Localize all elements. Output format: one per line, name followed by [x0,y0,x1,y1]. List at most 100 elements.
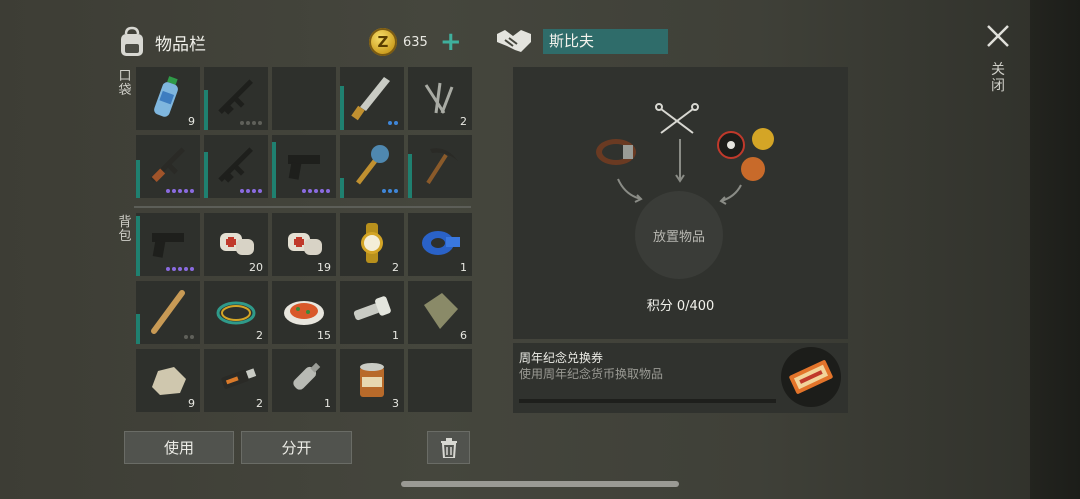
inventory-slot[interactable] [136,281,200,344]
close-icon[interactable] [984,22,1012,50]
item-count: 2 [460,115,467,128]
coin-icon: Z [369,28,397,56]
inventory-slot[interactable]: 2 [340,213,404,276]
baseball-bat-icon [151,290,185,334]
inventory-slot-empty[interactable] [408,349,472,412]
belt-icon [596,139,636,165]
wire-icon [216,301,256,325]
inventory-header: 物品栏 [117,24,206,60]
durability-bar [136,160,140,198]
home-indicator[interactable] [401,481,679,487]
item-count: 9 [188,397,195,410]
place-item-slot[interactable]: 放置物品 [635,191,723,279]
currency: Z 635 + [369,28,462,56]
inventory-slot[interactable]: 3 [340,349,404,412]
item-count: 9 [188,115,195,128]
inventory-slot[interactable] [272,135,336,198]
inventory-slot[interactable] [204,67,268,130]
voucher-title: 周年纪念兑换券 [519,351,604,365]
pistol-icon [152,233,184,258]
machete-icon [351,77,390,121]
rarity-dots [382,189,398,193]
trader-header: 斯比夫 [495,26,668,56]
safety-pins-icon [655,103,699,134]
use-button[interactable]: 使用 [124,431,234,464]
item-count: 2 [256,329,263,342]
item-count: 1 [324,397,331,410]
plastic-bottle-icon [293,362,321,390]
item-count: 15 [317,329,331,342]
inventory-slot[interactable]: 1 [272,349,336,412]
inventory-slot[interactable] [136,135,200,198]
close-label[interactable]: 关闭 [989,62,1007,94]
rarity-dots [240,189,262,193]
inventory-slot[interactable]: 9 [136,67,200,130]
inventory-slot[interactable]: 2 [204,349,268,412]
inventory-slot[interactable]: 19 [272,213,336,276]
assault-rifle-icon [218,79,253,115]
inventory-slot[interactable] [340,135,404,198]
item-count: 2 [256,397,263,410]
durability-bar [204,90,208,130]
rarity-dots [166,189,194,193]
durability-bar [272,142,276,198]
inventory-slot[interactable]: 1 [408,213,472,276]
inventory-slot[interactable] [204,135,268,198]
rarity-dots [302,189,330,193]
item-count: 6 [460,329,467,342]
gold-watch-icon [361,223,383,263]
inventory-title: 物品栏 [155,34,206,55]
blue-tape-icon [422,231,460,255]
backpack-label: 背包 [118,215,132,244]
inventory-slot-empty[interactable] [272,67,336,130]
item-count: 1 [392,329,399,342]
ak-rifle-icon [150,147,185,182]
inventory-slot[interactable] [136,213,200,276]
item-count: 20 [249,261,263,274]
craft-panel: 放置物品 积分 0/400 [513,67,848,339]
durability-bar [408,154,412,198]
bandage-icon [220,233,254,255]
inventory-slot[interactable]: 20 [204,213,268,276]
flashlight-icon [353,296,391,321]
trash-icon [440,437,457,458]
points-counter: 积分 0/400 [646,299,715,314]
inventory-slot[interactable]: 15 [272,281,336,344]
rarity-dots [166,267,194,271]
inventory-slot[interactable]: 6 [408,281,472,344]
voucher-card[interactable]: 周年纪念兑换券 使用周年纪念货币换取物品 [513,343,848,413]
cloth-icon [424,293,458,329]
item-count: 19 [317,261,331,274]
bandage-icon [288,233,322,255]
voucher-ticket-icon [781,347,841,407]
inventory-slot[interactable] [340,67,404,130]
stone-icon [152,367,186,395]
durability-bar [340,86,344,130]
section-divider [134,206,471,208]
water-bottle-icon [154,76,178,117]
rarity-dots [184,335,194,339]
patches-icon [717,128,774,181]
split-button[interactable]: 分开 [241,431,352,464]
inventory-slot[interactable]: 2 [408,67,472,130]
pockets-label: 口袋 [118,69,132,98]
pistol-icon [288,155,320,180]
usb-drive-icon [221,368,257,389]
durability-bar [340,178,344,198]
durability-bar [136,314,140,344]
durability-bar [204,152,208,198]
item-count: 1 [460,261,467,274]
inventory-slot[interactable] [408,135,472,198]
inventory-slot[interactable]: 9 [136,349,200,412]
handshake-icon [497,30,531,52]
rarity-dots [240,121,262,125]
durability-bar [136,216,140,276]
item-count: 3 [392,397,399,410]
tin-can-icon [360,363,384,397]
inventory-slot[interactable]: 2 [204,281,268,344]
inventory-slot[interactable]: 1 [340,281,404,344]
coin-count: 635 [403,34,428,50]
rarity-dots [388,121,398,125]
add-coins-button[interactable]: + [440,29,462,55]
delete-button[interactable] [427,431,470,464]
